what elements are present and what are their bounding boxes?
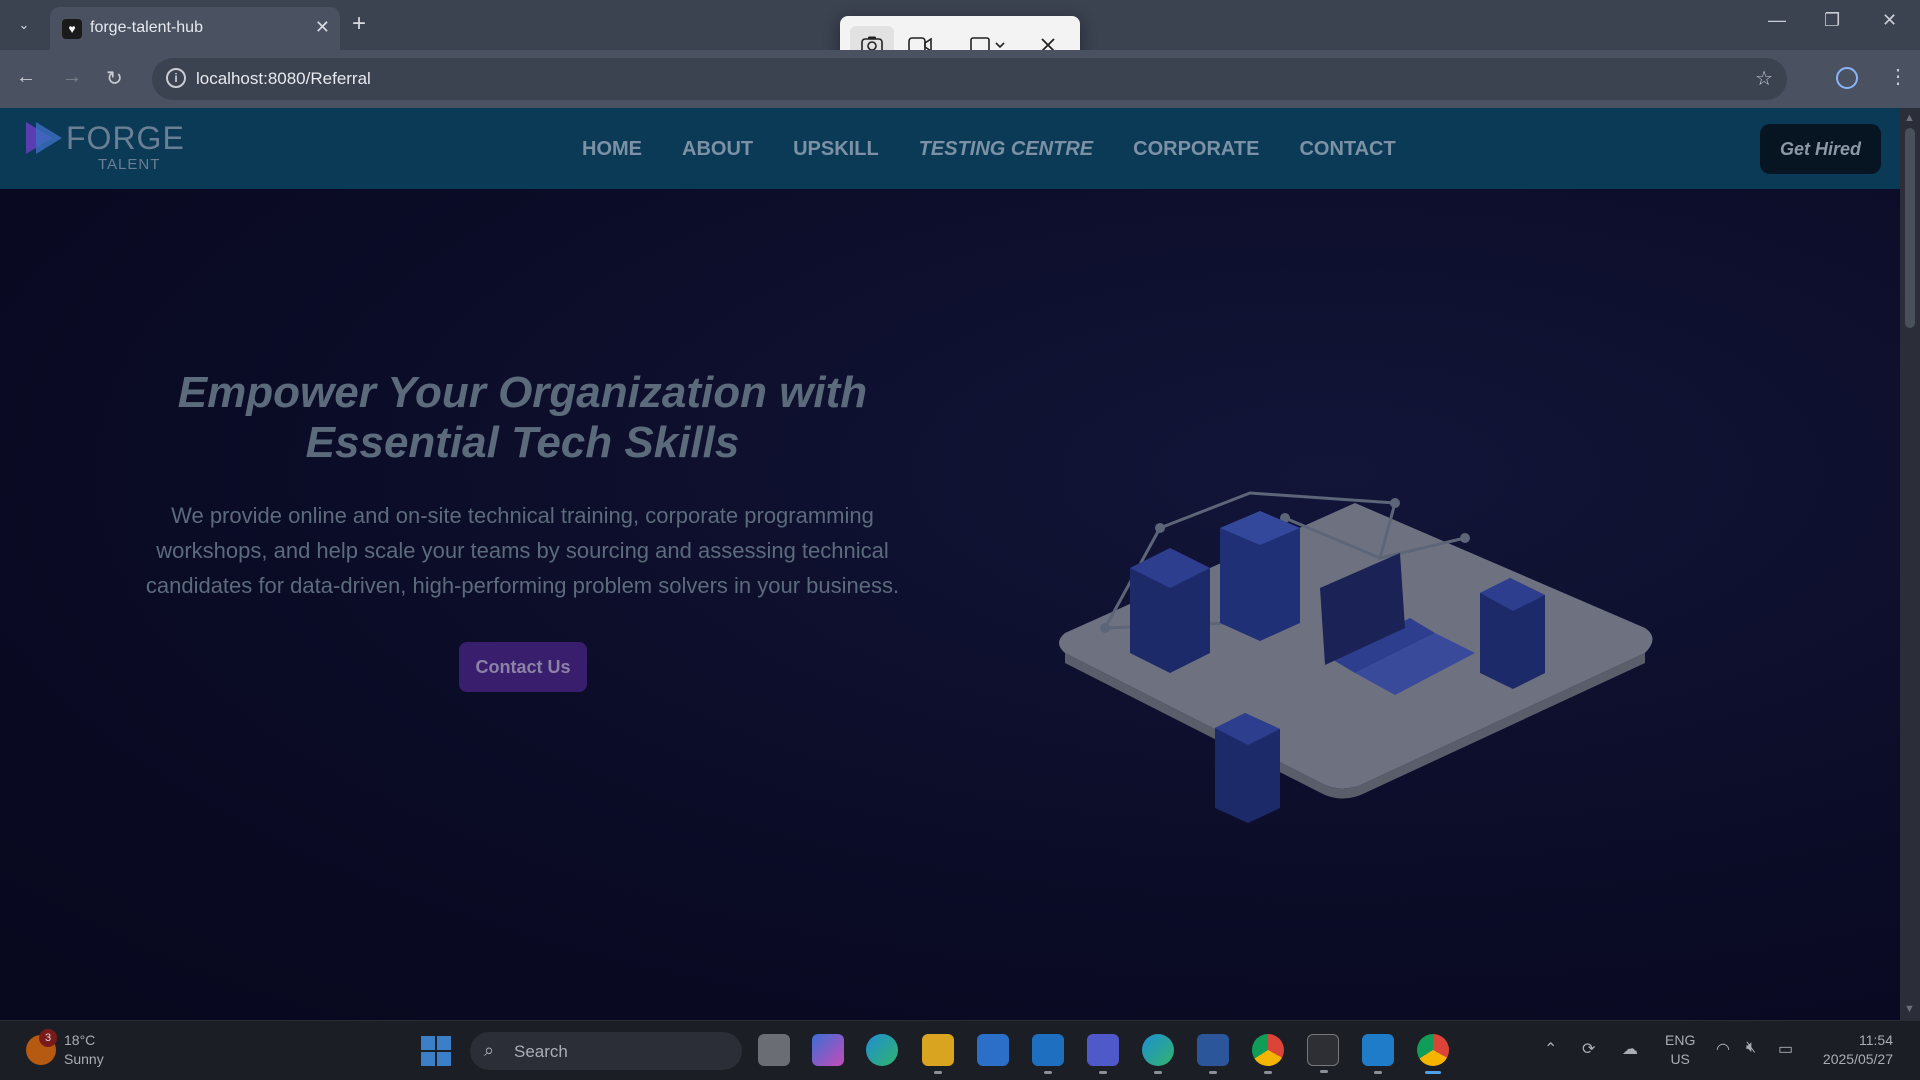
chrome-icon[interactable] [1252, 1034, 1284, 1074]
nav-corporate[interactable]: CORPORATE [1133, 138, 1259, 161]
battery-icon[interactable]: ▭ [1778, 1039, 1793, 1059]
scrollbar-thumb[interactable] [1905, 128, 1915, 328]
language-region: US [1670, 1051, 1690, 1067]
get-hired-button[interactable]: Get Hired [1760, 124, 1881, 174]
teams-icon[interactable] [1087, 1034, 1119, 1074]
forward-arrow-icon[interactable]: → [62, 66, 82, 89]
volume-muted-icon[interactable]: 🔇︎ [1746, 1039, 1756, 1057]
web-page: FORGE TALENT HOME ABOUT UPSKILL TESTING … [0, 108, 1900, 1020]
browser-tab[interactable]: ♥ forge-talent-hub ✕ [50, 7, 340, 50]
window-minimize-button[interactable]: — [1768, 10, 1786, 31]
tray-overflow-chevron-icon[interactable]: ⌃ [1544, 1039, 1557, 1059]
browser-toolbar: ← → ↻ i localhost:8080/Referral ☆ [0, 50, 1920, 108]
scroll-up-arrow-icon[interactable]: ▲ [1904, 112, 1915, 124]
terminal-icon[interactable] [1307, 1034, 1339, 1073]
clock-time: 11:54 [1859, 1032, 1893, 1048]
weather-condition[interactable]: Sunny [64, 1051, 104, 1067]
microsoft-store-icon[interactable] [977, 1034, 1009, 1066]
search-icon: ⌕ [484, 1040, 495, 1060]
logo-mark-overlay-icon [36, 122, 62, 154]
copilot-icon[interactable] [812, 1034, 844, 1066]
weather-alert-badge: 3 [39, 1029, 57, 1047]
edge-icon[interactable] [866, 1034, 898, 1066]
edge-dev-icon[interactable] [1142, 1034, 1174, 1074]
wifi-icon[interactable]: ◠ [1716, 1039, 1730, 1059]
windows-taskbar: 3 18°C Sunny ⌕ Search ⌃ ⟳ ☁ ENG US ◠ 🔇︎ … [0, 1020, 1920, 1080]
site-header: FORGE TALENT HOME ABOUT UPSKILL TESTING … [0, 108, 1900, 189]
tab-search-chevron-icon[interactable]: ⌄ [10, 12, 38, 38]
outlook-icon[interactable] [1032, 1034, 1064, 1074]
clock-date: 2025/05/27 [1822, 1051, 1893, 1067]
weather-temperature[interactable]: 18°C [64, 1032, 95, 1048]
new-tab-button[interactable]: + [352, 10, 366, 38]
word-icon[interactable] [1197, 1034, 1229, 1074]
taskbar-search-box[interactable]: ⌕ Search [470, 1032, 742, 1070]
window-restore-button[interactable]: ❐ [1824, 10, 1840, 31]
chrome-active-icon[interactable] [1417, 1034, 1449, 1074]
nav-home[interactable]: HOME [582, 138, 642, 161]
site-info-icon[interactable]: i [166, 68, 186, 88]
logo-subtitle: TALENT [98, 156, 161, 173]
bookmark-star-icon[interactable]: ☆ [1755, 66, 1773, 91]
window-close-button[interactable]: ✕ [1882, 10, 1897, 31]
system-clock[interactable]: 11:54 2025/05/27 [1818, 1031, 1893, 1069]
tab-close-icon[interactable]: ✕ [315, 17, 330, 38]
main-nav: HOME ABOUT UPSKILL TESTING CENTRE CORPOR… [582, 138, 1396, 161]
reload-icon[interactable]: ↻ [106, 66, 123, 91]
language-code: ENG [1665, 1032, 1696, 1048]
onedrive-cloud-icon[interactable]: ☁ [1622, 1039, 1638, 1059]
nav-contact[interactable]: CONTACT [1299, 138, 1395, 161]
contact-us-button[interactable]: Contact Us [459, 642, 587, 692]
site-favicon-icon: ♥ [62, 19, 82, 39]
address-bar[interactable]: i localhost:8080/Referral ☆ [152, 58, 1787, 100]
browser-menu-icon[interactable]: ⋮ [1888, 64, 1908, 89]
nav-about[interactable]: ABOUT [682, 138, 753, 161]
file-explorer-icon[interactable] [922, 1034, 954, 1074]
language-indicator[interactable]: ENG US [1665, 1031, 1695, 1069]
nav-upskill[interactable]: UPSKILL [793, 138, 879, 161]
profile-avatar-icon[interactable] [1836, 67, 1858, 89]
forge-talent-logo[interactable]: FORGE TALENT [26, 114, 184, 180]
taskbar-search-placeholder: Search [514, 1042, 568, 1061]
page-scrollbar[interactable]: ▲ ▼ [1900, 108, 1920, 1020]
scroll-down-arrow-icon[interactable]: ▼ [1904, 1003, 1915, 1015]
isometric-datacenter-illustration [1059, 491, 1653, 823]
sync-icon[interactable]: ⟳ [1582, 1039, 1595, 1059]
hero-title: Empower Your Organization with Essential… [177, 368, 868, 467]
logo-word: FORGE [66, 120, 185, 156]
nav-testing-centre[interactable]: TESTING CENTRE [919, 138, 1093, 161]
back-arrow-icon[interactable]: ← [16, 66, 36, 89]
tab-title: forge-talent-hub [90, 19, 203, 36]
task-view-icon[interactable] [758, 1034, 790, 1066]
vscode-icon[interactable] [1362, 1034, 1394, 1074]
url-text[interactable]: localhost:8080/Referral [196, 69, 371, 89]
start-windows-icon[interactable] [421, 1036, 451, 1066]
hero-description: We provide online and on-site technical … [145, 503, 900, 598]
